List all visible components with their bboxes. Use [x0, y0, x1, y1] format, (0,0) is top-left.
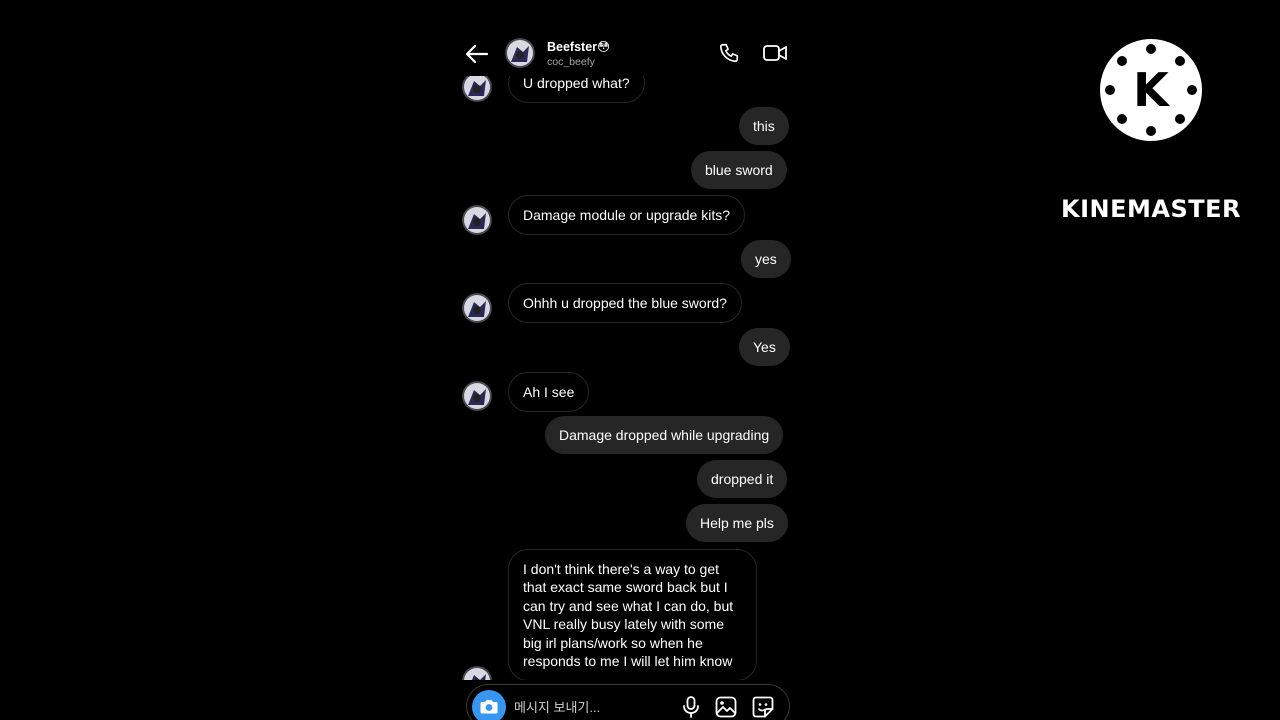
- kinemaster-logo-icon: K: [1100, 39, 1202, 141]
- camera-icon: [480, 700, 498, 714]
- message-bubble-outgoing[interactable]: Help me pls: [686, 504, 788, 543]
- gallery-button[interactable]: [715, 696, 737, 718]
- video-call-button[interactable]: [763, 44, 787, 62]
- message-bubble-outgoing[interactable]: yes: [741, 240, 791, 279]
- contact-handle[interactable]: coc_beefy: [547, 56, 595, 68]
- contact-avatar[interactable]: [462, 293, 492, 323]
- contact-avatar[interactable]: [462, 381, 492, 411]
- message-bubble-outgoing[interactable]: Yes: [739, 328, 790, 367]
- kinemaster-watermark: K KINEMASTER: [1058, 38, 1244, 223]
- svg-text:K: K: [1133, 63, 1171, 117]
- message-bubble-outgoing[interactable]: dropped it: [697, 460, 788, 499]
- message-thread[interactable]: U dropped what? this blue sword Damage m…: [452, 0, 800, 680]
- message-composer: [466, 684, 790, 720]
- contact-name[interactable]: Beefster😳: [547, 39, 610, 54]
- message-bubble-incoming[interactable]: I don't think there's a way to get that …: [508, 549, 757, 680]
- sticker-button[interactable]: [752, 696, 774, 718]
- voice-call-button[interactable]: [718, 42, 740, 64]
- contact-avatar[interactable]: [462, 666, 492, 680]
- phone-icon: [719, 43, 739, 63]
- back-arrow-icon: [465, 44, 489, 64]
- gallery-icon: [715, 696, 737, 718]
- message-bubble-outgoing[interactable]: blue sword: [691, 151, 787, 190]
- message-bubble-incoming[interactable]: Ah I see: [508, 372, 590, 413]
- contact-avatar[interactable]: [462, 72, 492, 102]
- camera-button[interactable]: [472, 690, 506, 720]
- chat-screen: U dropped what? this blue sword Damage m…: [452, 0, 800, 720]
- microphone-icon: [683, 696, 699, 718]
- kinemaster-brand-text: KINEMASTER: [1061, 195, 1241, 223]
- contact-avatar[interactable]: [462, 205, 492, 235]
- chat-header: Beefster😳 coc_beefy: [452, 0, 800, 76]
- sticker-icon: [752, 696, 774, 718]
- voice-message-button[interactable]: [680, 695, 702, 719]
- message-input[interactable]: [514, 695, 664, 719]
- video-camera-icon: [763, 45, 787, 61]
- message-bubble-outgoing[interactable]: Damage dropped while upgrading: [545, 416, 784, 455]
- message-bubble-outgoing[interactable]: this: [739, 107, 789, 146]
- message-bubble-incoming[interactable]: Damage module or upgrade kits?: [508, 195, 746, 236]
- header-avatar[interactable]: [505, 38, 535, 68]
- message-bubble-incoming[interactable]: Ohhh u dropped the blue sword?: [508, 283, 742, 324]
- back-button[interactable]: [464, 41, 490, 67]
